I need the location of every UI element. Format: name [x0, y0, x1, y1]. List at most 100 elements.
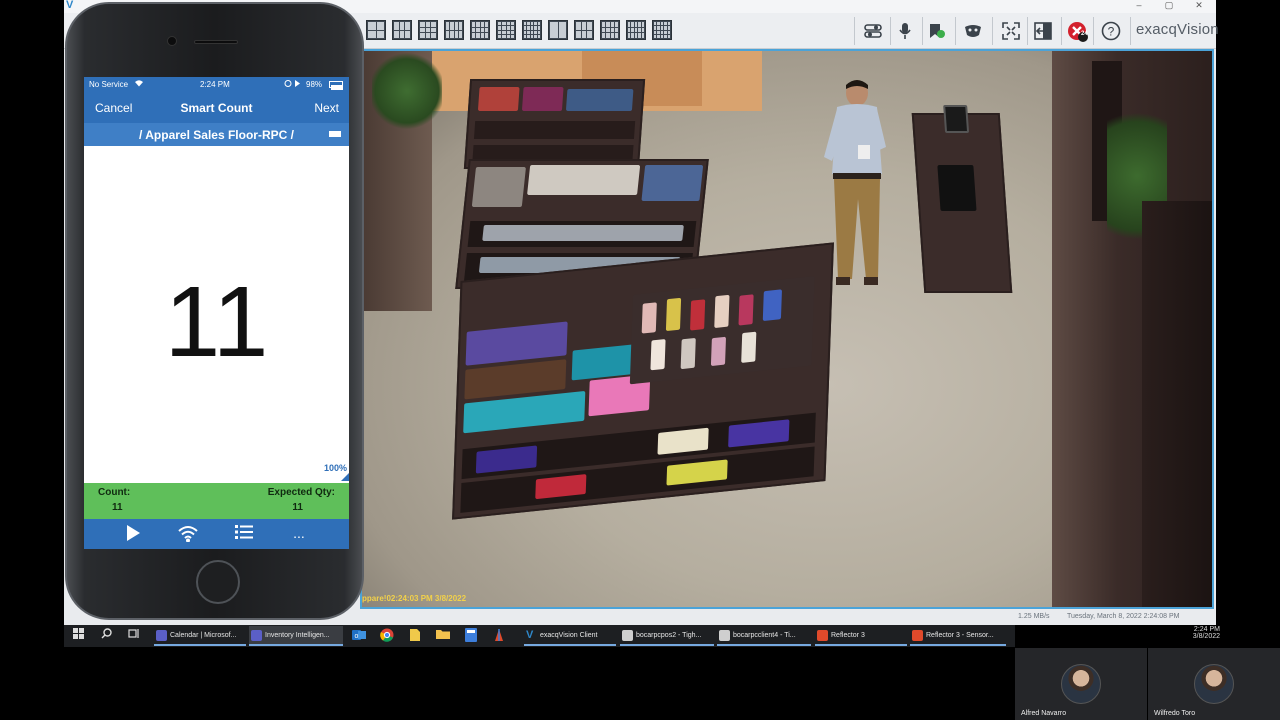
taskbar-app-reflector[interactable]: Reflector 3	[815, 626, 907, 646]
layout-cell	[537, 22, 540, 26]
minimize-button[interactable]: –	[1124, 0, 1154, 10]
camera-layout-button[interactable]	[652, 20, 672, 40]
alarm-count: 24	[1081, 31, 1088, 37]
more-icon[interactable]: ...	[287, 525, 311, 545]
next-button[interactable]: Next	[314, 101, 339, 115]
taskbar-app-label: exacqVision Client	[540, 632, 598, 639]
outlook-icon[interactable]: o	[351, 628, 367, 644]
layout-cell	[458, 22, 462, 30]
chrome-icon[interactable]	[379, 628, 395, 644]
participant-tile[interactable]: Wilfredo Toro	[1148, 648, 1280, 720]
layout-cell	[450, 30, 454, 38]
shoe	[680, 337, 696, 370]
folder-icon[interactable]	[435, 628, 451, 644]
active-indicator	[620, 644, 714, 646]
sliders-icon[interactable]	[859, 18, 887, 44]
phone-screen: No Service 2:24 PM 98% Cancel Smart Coun…	[84, 77, 349, 549]
taskbar-app-reflector-sensor[interactable]: Reflector 3 - Sensor...	[910, 626, 1006, 646]
avatar	[1061, 664, 1101, 704]
camera-layout-button[interactable]	[496, 20, 516, 40]
layout-cell	[537, 26, 540, 30]
reflector-icon	[912, 630, 923, 641]
exit-icon[interactable]	[1029, 18, 1057, 44]
layout-cell	[657, 22, 660, 26]
plant-left	[372, 51, 442, 131]
pos-terminal	[943, 105, 970, 133]
camera-layout-button[interactable]	[470, 20, 490, 40]
taskbar-clock[interactable]: 2:24 PM 3/8/2022	[1120, 626, 1220, 640]
microphone-icon[interactable]	[891, 18, 919, 44]
layout-cell	[368, 22, 376, 30]
layout-cell	[484, 22, 488, 27]
face-icon[interactable]	[959, 18, 987, 44]
layout-cell	[394, 22, 399, 30]
camera-layout-button[interactable]	[522, 20, 542, 40]
layout-cell	[476, 33, 480, 38]
camera-layout-button[interactable]	[548, 20, 568, 40]
help-icon[interactable]: ?	[1097, 18, 1125, 44]
layout-cell	[610, 22, 614, 27]
layout-cell	[524, 22, 527, 26]
layout-cell	[376, 30, 384, 38]
camera-layout-button[interactable]	[574, 20, 594, 40]
taskbar-app-inventory[interactable]: Inventory Intelligen...	[249, 626, 343, 646]
bandwidth-readout: 1.25 MB/s	[1018, 613, 1050, 620]
layout-cell	[524, 30, 527, 34]
fullscreen-icon[interactable]	[997, 18, 1025, 44]
location-bar[interactable]: / Apparel Sales Floor-RPC /	[84, 123, 349, 146]
svg-text:?: ?	[1108, 25, 1115, 39]
close-button[interactable]: ✕	[1184, 0, 1214, 11]
layout-cell	[454, 22, 458, 30]
play-icon[interactable]	[121, 524, 145, 544]
layout-cell	[631, 33, 634, 38]
task-view-icon[interactable]	[126, 628, 142, 644]
wifi-icon[interactable]	[176, 524, 200, 544]
layout-cell	[425, 27, 431, 33]
file-icon[interactable]	[407, 628, 423, 644]
calculator-icon[interactable]	[463, 628, 479, 644]
taskbar-app-exacqvision[interactable]: V exacqVision Client	[524, 626, 616, 646]
windows-start-icon[interactable]	[70, 628, 86, 644]
camera-layout-button[interactable]	[418, 20, 438, 40]
home-button[interactable]	[196, 560, 240, 604]
taskbar-app-calendar[interactable]: Calendar | Microsof...	[154, 626, 246, 646]
shoe	[665, 297, 682, 332]
layout-cell	[431, 33, 436, 38]
layout-cell	[667, 22, 670, 26]
alarm-icon[interactable]: 24	[1063, 18, 1091, 44]
layout-cell	[641, 22, 644, 27]
camera-layout-button[interactable]	[392, 20, 412, 40]
count-value: 11	[112, 502, 123, 513]
layout-cell	[664, 34, 667, 38]
camera-layout-button[interactable]	[366, 20, 386, 40]
maximize-button[interactable]: ▢	[1154, 0, 1184, 11]
wifi-status-icon	[134, 79, 144, 89]
desktop: V – ▢ ✕ 24 ? exacqVision ppare!02:24:03 …	[0, 0, 1280, 720]
layout-cell	[527, 30, 530, 34]
taskbar-app-bocarpcclient4[interactable]: bocarpcclient4 - Ti...	[717, 626, 811, 646]
layout-cell	[657, 26, 660, 30]
layout-cell	[587, 30, 592, 38]
participant-name: Wilfredo Toro	[1154, 710, 1196, 717]
participant-name: Alfred Navarro	[1021, 710, 1067, 717]
search-icon[interactable]	[98, 628, 114, 644]
layout-cell	[476, 27, 480, 33]
bookmark-icon[interactable]	[923, 18, 951, 44]
pen-tool-icon[interactable]	[491, 628, 507, 644]
camera-layout-button[interactable]	[444, 20, 464, 40]
layout-cell	[480, 22, 484, 27]
layout-cell	[614, 22, 618, 27]
layout-cell	[484, 27, 488, 33]
taskbar-app-bocarpcpos2[interactable]: bocarpcpos2 - Tigh...	[620, 626, 714, 646]
layout-cell	[368, 30, 376, 38]
camera-layout-button[interactable]	[600, 20, 620, 40]
camera-layout-button[interactable]	[626, 20, 646, 40]
layout-cell	[498, 30, 502, 34]
layout-cell	[667, 34, 670, 38]
taskbar-app-label: Reflector 3 - Sensor...	[926, 632, 994, 639]
participant-tile[interactable]: Alfred Navarro	[1015, 648, 1147, 720]
list-icon[interactable]	[232, 524, 256, 544]
camera-video-feed[interactable]: ppare!02:24:03 PM 3/8/2022	[360, 49, 1214, 609]
teams-icon	[156, 630, 167, 641]
layout-cell	[524, 34, 527, 38]
